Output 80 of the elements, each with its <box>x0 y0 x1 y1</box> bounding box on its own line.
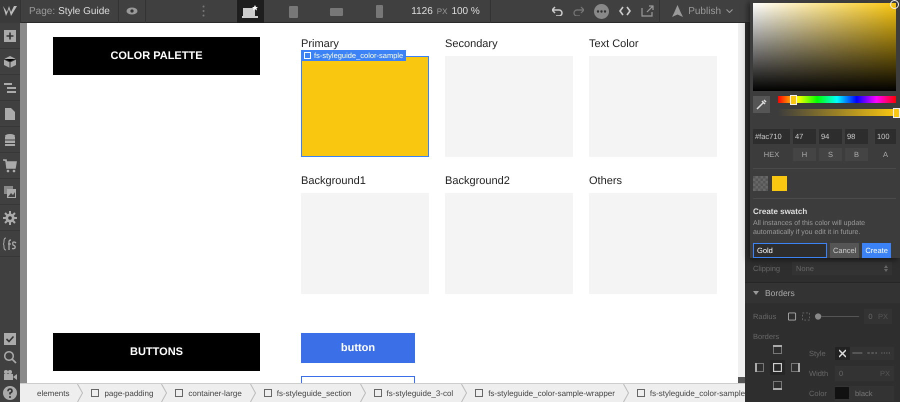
layers-icon[interactable] <box>3 80 17 94</box>
chevron-icon <box>161 384 168 402</box>
hue-handle[interactable] <box>790 95 798 106</box>
database-icon[interactable] <box>3 132 17 146</box>
page-label: Page: <box>29 6 56 16</box>
cube-icon[interactable] <box>3 54 17 68</box>
caret-icon <box>726 9 734 13</box>
gear-icon[interactable] <box>3 210 17 224</box>
sample-button[interactable]: button <box>301 333 415 363</box>
page-name[interactable]: Style Guide <box>58 6 110 16</box>
chevron-icon <box>77 384 84 402</box>
border-style-control[interactable] <box>835 346 894 360</box>
alpha-handle[interactable] <box>893 108 900 118</box>
border-right-icon[interactable] <box>790 363 800 372</box>
swatch-label: Secondary <box>445 38 498 50</box>
element-icon <box>475 389 484 397</box>
page-icon[interactable] <box>3 106 17 120</box>
breadcrumb-item[interactable]: fs-styleguide_3-col <box>366 388 462 398</box>
saturation-field[interactable] <box>753 3 896 92</box>
hue-slider[interactable] <box>778 96 896 104</box>
chevron-icon <box>461 384 468 402</box>
square-icon[interactable] <box>788 312 796 321</box>
slider-icon[interactable] <box>814 313 860 320</box>
heading-block: BUTTONS <box>53 333 260 371</box>
breadcrumb-item[interactable]: container-large <box>167 388 250 398</box>
dashed-square-icon[interactable] <box>802 312 810 321</box>
updown-icon <box>884 265 888 272</box>
video-camera-icon[interactable] <box>3 368 17 382</box>
border-left-icon[interactable] <box>754 363 764 372</box>
more-vertical-icon[interactable] <box>202 5 206 17</box>
undo-icon[interactable] <box>552 6 564 16</box>
caret-icon <box>753 291 759 295</box>
element-icon <box>264 389 272 397</box>
logo-icon[interactable] <box>3 6 17 16</box>
border-top-icon[interactable] <box>772 345 782 354</box>
scrollbar[interactable] <box>738 23 745 383</box>
swatch-label: Others <box>589 175 622 187</box>
swatch-title: Create swatch <box>753 206 808 216</box>
border-all-button[interactable] <box>770 360 784 375</box>
cart-icon[interactable] <box>3 158 17 172</box>
dashed-line-icon[interactable] <box>864 352 880 354</box>
help-icon[interactable] <box>3 386 17 400</box>
zoom-level: 100 % <box>451 6 480 16</box>
code-icon[interactable] <box>619 6 632 16</box>
border-bottom-icon[interactable] <box>772 381 782 390</box>
search-icon[interactable] <box>3 350 17 364</box>
breadcrumb-item[interactable]: fs-styleguide_section <box>256 388 360 398</box>
picker-handle[interactable] <box>890 0 899 9</box>
heading-block: COLOR PALETTE <box>53 37 260 75</box>
braces-fs-icon[interactable] <box>3 236 17 250</box>
swatch-label: Background2 <box>445 175 510 187</box>
element-icon <box>374 389 382 397</box>
width-unit: PX <box>436 6 448 16</box>
swatch-label: Primary <box>301 38 339 50</box>
element-icon <box>91 389 100 397</box>
canvas-width: 1126 <box>411 6 433 16</box>
swatch-label: Background1 <box>301 175 366 187</box>
breadcrumb-item[interactable]: page-padding <box>83 388 162 398</box>
breadcrumb-item[interactable]: fs-styleguide_color-sample-wrapper <box>467 388 623 398</box>
element-icon <box>636 389 645 397</box>
chevron-icon <box>360 384 366 402</box>
swatch-label: Text Color <box>589 38 639 50</box>
element-icon <box>175 389 184 397</box>
eye-icon[interactable] <box>126 7 138 15</box>
more-icon[interactable] <box>594 4 610 18</box>
element-icon <box>304 52 311 59</box>
add-icon[interactable] <box>3 28 17 42</box>
breadcrumb-item[interactable]: fs-styleguide_color-sample <box>628 388 745 398</box>
section-header[interactable]: Borders <box>745 282 900 303</box>
breadcrumb-item[interactable]: elements <box>37 388 78 398</box>
images-icon[interactable] <box>3 184 17 198</box>
transparent-swatch[interactable] <box>753 176 768 192</box>
chevron-icon <box>250 384 256 402</box>
checkbox-icon[interactable] <box>3 332 17 346</box>
chevron-icon <box>622 384 629 402</box>
color-swatch[interactable] <box>772 176 787 192</box>
none-x-icon[interactable] <box>835 346 850 360</box>
export-icon[interactable] <box>641 5 654 17</box>
redo-icon[interactable] <box>573 6 584 16</box>
eyedropper-icon[interactable] <box>753 96 770 114</box>
